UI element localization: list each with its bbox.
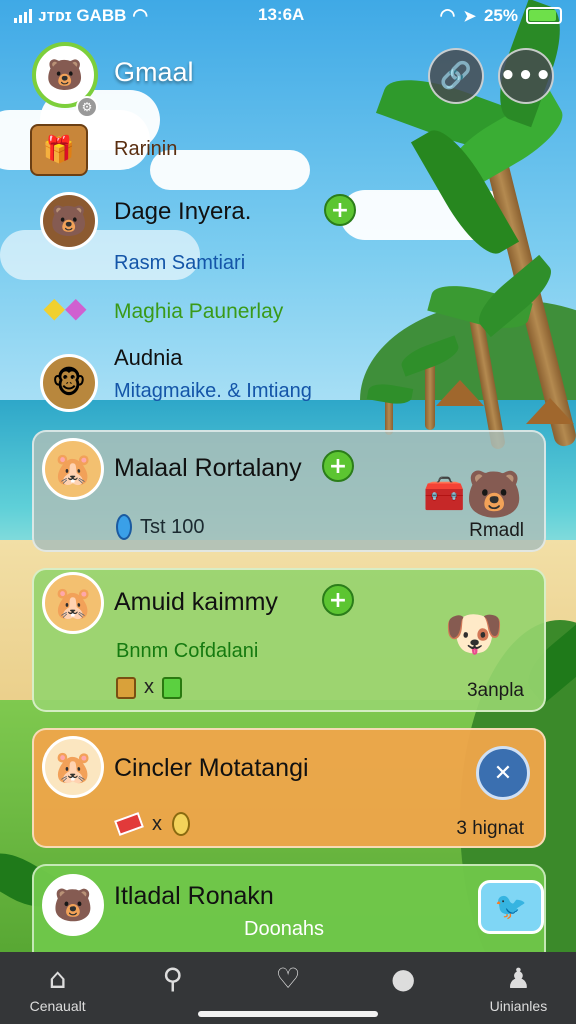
quest-card[interactable]: 🐹 Malaal Rortalany + Tst 100 🧰 🐻 Rmadl [32,430,546,552]
feed-item-label[interactable]: Audnia [114,345,183,371]
explorer-face-icon: 🐵 [51,365,87,401]
quest-card[interactable]: 🐹 Amuid kaimmy + Bnnm Cofdalani x 🐶 3anp… [32,568,546,712]
link-button[interactable]: 🔗 [428,48,484,104]
heart-message-icon: ♡ [275,962,301,995]
card-tag: Rmadl [469,520,524,541]
bear-face-icon: 🐻 [53,886,93,924]
chest-icon: 🧰 [423,474,466,514]
hut [526,398,574,424]
multiplier: x [152,812,162,835]
reward-row: x [114,812,190,836]
status-bar: ᴊᴛᴅɪ GABB ◠ 13:6A ◠ ➤ 25% [0,0,576,32]
explorer-avatar[interactable]: 🐵 [40,354,98,412]
add-button[interactable]: + [322,584,354,616]
compass-button[interactable]: ✕ [476,746,530,800]
wifi-icon: ◠ [132,5,149,25]
battery-fill [529,10,556,21]
tab-home[interactable]: ⌂ Cenaualt [0,952,115,1024]
search-icon: ⚲ [162,962,184,995]
bear-avatar-icon: 🐻 [46,57,84,93]
card-subtitle: Doonahs [244,918,325,940]
avatar-badge: ⚙ [76,96,98,118]
multiplier: x [144,676,154,698]
bear-icon: 🐻 [465,466,523,521]
reward-bubble: 🐦 [478,880,544,934]
status-left: ᴊᴛᴅɪ GABB ◠ [14,5,148,26]
card-title: Malaal Rortalany [114,454,302,482]
more-icon: ••• [499,61,553,91]
potion-icon [162,676,182,699]
plus-icon: + [328,587,348,613]
quest-card[interactable]: 🐻 Itladal Ronakn Doonahs 🐦 [32,864,546,954]
chat-icon: ● [390,962,416,995]
gem-value: Tst 100 [116,514,204,540]
bear-avatar[interactable]: 🐻 [40,192,98,250]
palm-trunk [425,360,435,430]
feed-item-subtitle: Mitagmaike. & Imtiang [114,380,312,402]
dog-icon: 🐶 [444,605,504,662]
coin-icon [172,812,190,836]
add-button[interactable]: + [322,450,354,482]
card-title: Amuid kaimmy [114,588,278,616]
reward-row: x [116,676,182,699]
gems-icon: ◆ ◆ [30,284,100,330]
gem-value-text: Tst 100 [140,515,205,538]
card-tag: 3 hignat [456,818,524,839]
home-icon: ⌂ [48,962,67,995]
hut [436,380,484,406]
wifi-icon: ◠ [439,5,456,25]
more-button[interactable]: ••• [498,48,554,104]
battery-percent: 25% [483,5,518,25]
bird-icon: 🐦 [494,892,528,922]
bear-avatar: 🐻 [42,874,104,936]
plus-icon: + [328,453,348,479]
badge-icon: ⚙ [81,100,93,114]
hamster-avatar: 🐹 [42,438,104,500]
feed-item-subtitle: Rasm Samtiari [114,252,246,274]
card-title: Itladal Ronakn [114,882,274,910]
hamster-face-icon: 🐹 [53,748,93,786]
home-indicator [198,1011,378,1017]
hamster-avatar: 🐹 [42,736,104,798]
tab-label: Uinianles [489,998,548,1014]
add-button[interactable]: + [324,194,356,226]
profile-icon: ♟ [505,962,531,995]
battery-icon [526,7,562,24]
signal-icon [14,8,32,23]
card-title: Cincler Motatangi [114,754,309,782]
hamster-face-icon: 🐹 [53,584,93,622]
ticket-icon [114,812,144,836]
hamster-face-icon: 🐹 [53,450,93,488]
chest-icon: 🎁 [30,124,88,176]
gem-icon: ◆ [65,290,87,324]
page-title: Gmaal [114,57,194,87]
hamster-avatar: 🐹 [42,572,104,634]
dog-sleeping: 🐶 [424,588,524,678]
status-right: ◠ ➤ 25% [440,5,562,26]
bear-face-icon: 🐻 [50,203,88,239]
card-subtitle: Bnnm Cofdalani [116,640,259,662]
tab-label: Cenaualt [29,998,86,1014]
blue-gem-icon [116,514,132,540]
compass-icon: ✕ [493,760,513,786]
card-tag: 3anpla [466,680,524,701]
gem-icon: ◆ [43,290,65,324]
feed-item-label[interactable]: Dage Inyera. [114,198,251,226]
tab-profile[interactable]: ♟ Uinianles [461,952,576,1024]
feed-item-label[interactable]: Rarinin [114,138,177,161]
crate-icon [116,676,136,699]
status-time: 13:6A [258,5,305,24]
plus-icon: + [330,197,350,223]
carrier-label: ᴊᴛᴅɪ GABB [38,5,127,25]
link-icon: 🔗 [439,61,473,91]
quest-card[interactable]: 🐹 Cincler Motatangi x ✕ 3 hignat [32,728,546,848]
location-icon: ➤ [463,7,476,25]
feed-item-label[interactable]: Maghia Paunerlay [114,300,283,324]
